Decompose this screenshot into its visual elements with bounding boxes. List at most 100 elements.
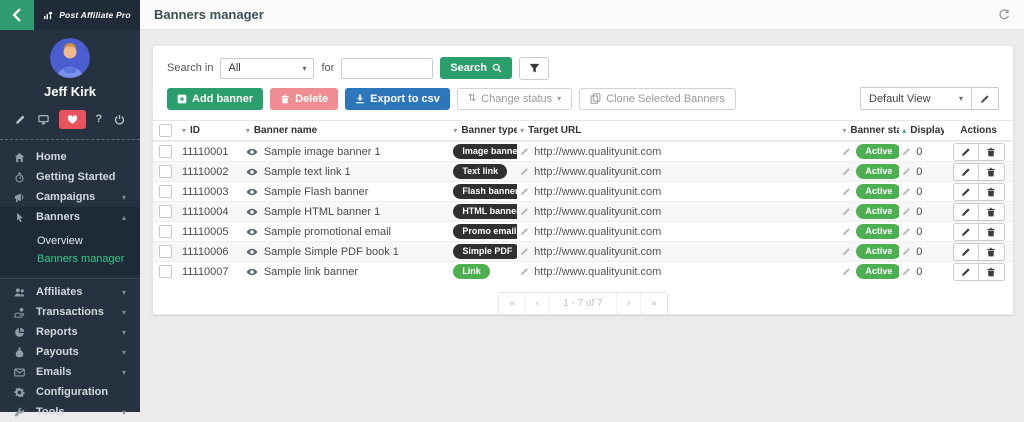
clone-selected-banners-button[interactable]: Clone Selected Banners — [579, 88, 736, 110]
add-banner-button[interactable]: Add banner — [167, 88, 263, 110]
edit-display-order-icon[interactable] — [902, 167, 911, 176]
edit-button[interactable] — [953, 243, 979, 261]
column-header-banner-type[interactable]: ▾Banner type — [450, 125, 517, 136]
delete-row-button[interactable] — [979, 163, 1005, 181]
eye-icon[interactable] — [246, 146, 258, 158]
edit-display-order-icon[interactable] — [902, 267, 911, 276]
column-header-banner-status[interactable]: ▾Banner status — [839, 125, 899, 136]
pagination-first-button[interactable]: « — [499, 293, 525, 314]
sidebar-item-transactions[interactable]: Transactions ▾ — [0, 302, 140, 322]
sidebar-item-emails[interactable]: Emails ▾ — [0, 362, 140, 382]
search-button[interactable]: Search — [440, 57, 512, 79]
sidebar-item-tools[interactable]: Tools ▾ — [0, 402, 140, 422]
pagination-prev-button[interactable]: ‹ — [525, 293, 549, 314]
collapse-sidebar-button[interactable] — [0, 0, 34, 30]
row-checkbox[interactable] — [159, 185, 172, 198]
edit-button[interactable] — [953, 143, 979, 161]
display-order: 0 — [916, 226, 922, 238]
column-header-display-order[interactable]: ▴Display o — [899, 125, 944, 136]
column-header-banner-name[interactable]: ▾Banner name — [243, 125, 451, 136]
sidebar-item-home[interactable]: Home — [0, 147, 140, 167]
sidebar-subitem-banners-manager[interactable]: Banners manager — [0, 250, 140, 268]
sidebar-subitem-overview[interactable]: Overview — [0, 232, 140, 250]
row-checkbox[interactable] — [159, 165, 172, 178]
filter-button[interactable] — [519, 57, 549, 80]
row-checkbox[interactable] — [159, 245, 172, 258]
edit-status-icon[interactable] — [842, 207, 851, 216]
edit-url-icon[interactable] — [520, 247, 529, 256]
delete-button[interactable]: Delete — [270, 88, 338, 110]
eye-icon[interactable] — [246, 266, 258, 278]
delete-row-button[interactable] — [979, 223, 1005, 241]
edit-status-icon[interactable] — [842, 187, 851, 196]
sidebar-item-configuration[interactable]: Configuration — [0, 382, 140, 402]
edit-display-order-icon[interactable] — [902, 207, 911, 216]
edit-url-icon[interactable] — [520, 227, 529, 236]
help-button[interactable]: ? — [93, 111, 104, 127]
edit-status-icon[interactable] — [842, 167, 851, 176]
edit-display-order-icon[interactable] — [902, 187, 911, 196]
sidebar-item-payouts[interactable]: Payouts ▾ — [0, 342, 140, 362]
search-input[interactable] — [341, 58, 433, 79]
search-scope-select[interactable]: All ▾ — [220, 58, 314, 79]
export-to-csv-button[interactable]: Export to csv — [345, 88, 450, 110]
edit-button[interactable] — [953, 263, 979, 281]
row-checkbox[interactable] — [159, 225, 172, 238]
pagination-next-button[interactable]: › — [616, 293, 640, 314]
row-checkbox[interactable] — [159, 205, 172, 218]
pencil-icon — [961, 167, 971, 177]
sidebar-item-affiliates[interactable]: Affiliates ▾ — [0, 282, 140, 302]
avatar[interactable] — [50, 38, 90, 78]
edit-display-order-icon[interactable] — [902, 147, 911, 156]
select-all-checkbox[interactable] — [159, 124, 172, 137]
edit-button[interactable] — [953, 223, 979, 241]
edit-status-icon[interactable] — [842, 147, 851, 156]
edit-url-icon[interactable] — [520, 187, 529, 196]
pagination-last-button[interactable]: » — [640, 293, 667, 314]
edit-url-icon[interactable] — [520, 167, 529, 176]
delete-row-button[interactable] — [979, 143, 1005, 161]
edit-status-icon[interactable] — [842, 267, 851, 276]
edit-button[interactable] — [953, 183, 979, 201]
eye-icon[interactable] — [246, 226, 258, 238]
table-row: 11110004 Sample HTML banner 1 HTML banne… — [153, 201, 1013, 221]
column-header-target-url[interactable]: ▾Target URL — [517, 125, 839, 136]
eye-icon[interactable] — [246, 246, 258, 258]
edit-display-order-icon[interactable] — [902, 247, 911, 256]
eye-icon[interactable] — [246, 186, 258, 198]
edit-url-icon[interactable] — [520, 147, 529, 156]
banner-name: Sample promotional email — [264, 226, 391, 238]
column-header-id[interactable]: ▾ID — [179, 125, 243, 136]
eye-icon[interactable] — [246, 206, 258, 218]
view-select[interactable]: Default View ▾ — [861, 88, 971, 109]
target-url: http://www.qualityunit.com — [534, 246, 661, 258]
edit-profile-button[interactable] — [13, 112, 28, 127]
row-checkbox[interactable] — [159, 145, 172, 158]
logout-button[interactable] — [112, 112, 127, 127]
topbar: Banners manager — [140, 0, 1024, 30]
edit-status-icon[interactable] — [842, 227, 851, 236]
edit-status-icon[interactable] — [842, 247, 851, 256]
sidebar-item-reports[interactable]: Reports ▾ — [0, 322, 140, 342]
delete-row-button[interactable] — [979, 203, 1005, 221]
change-status-button[interactable]: ⇅ Change status ▾ — [457, 88, 572, 110]
main-area: Banners manager Search in All ▾ for Sear… — [140, 0, 1024, 412]
sidebar-item-getting-started[interactable]: Getting Started — [0, 167, 140, 187]
sidebar-item-campaigns[interactable]: Campaigns ▾ — [0, 187, 140, 207]
delete-row-button[interactable] — [979, 263, 1005, 281]
display-button[interactable] — [36, 112, 51, 127]
edit-button[interactable] — [953, 163, 979, 181]
delete-row-button[interactable] — [979, 183, 1005, 201]
edit-view-button[interactable] — [971, 88, 998, 109]
delete-row-button[interactable] — [979, 243, 1005, 261]
edit-url-icon[interactable] — [520, 267, 529, 276]
edit-button[interactable] — [953, 203, 979, 221]
refresh-button[interactable] — [998, 7, 1010, 22]
edit-url-icon[interactable] — [520, 207, 529, 216]
favorites-button[interactable] — [59, 110, 86, 129]
row-checkbox[interactable] — [159, 265, 172, 278]
target-url: http://www.qualityunit.com — [534, 186, 661, 198]
edit-display-order-icon[interactable] — [902, 227, 911, 236]
sidebar-item-banners[interactable]: Banners ▴ — [0, 207, 140, 227]
eye-icon[interactable] — [246, 166, 258, 178]
